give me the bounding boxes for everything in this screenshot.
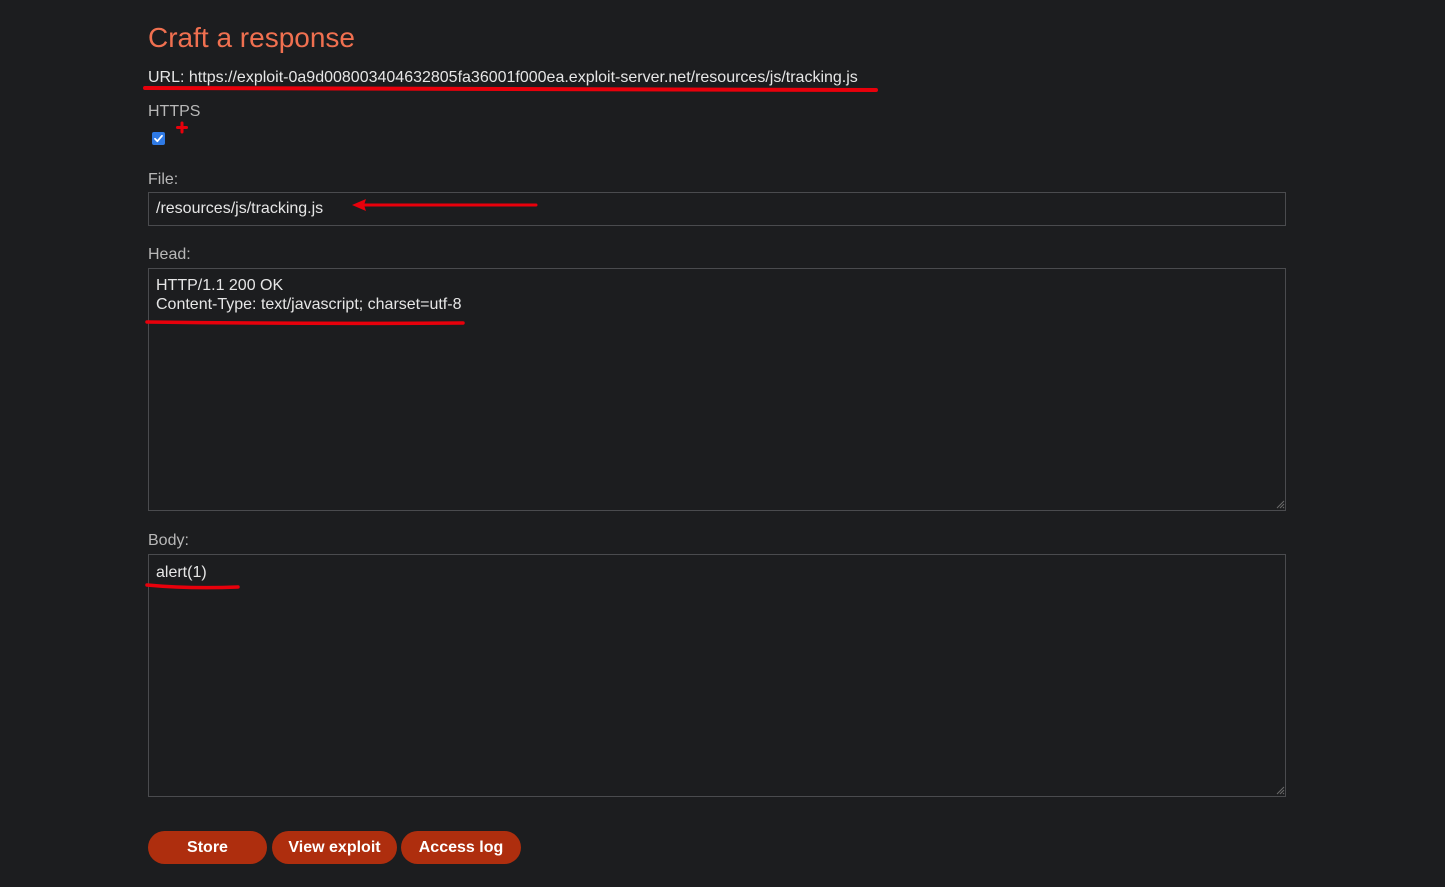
checkmark-icon [154, 134, 163, 143]
url-underline-annotation [143, 86, 878, 92]
view-exploit-button[interactable]: View exploit [272, 831, 397, 864]
access-log-button[interactable]: Access log [401, 831, 521, 864]
head-textarea[interactable]: HTTP/1.1 200 OK Content-Type: text/javas… [148, 268, 1286, 511]
store-button[interactable]: Store [148, 831, 267, 864]
head-label: Head: [148, 246, 191, 263]
url-line: URL: https://exploit-0a9d008003404632805… [148, 68, 858, 88]
plus-mark-annotation [176, 121, 188, 134]
head-resize-handle-icon[interactable] [1275, 499, 1285, 509]
body-textarea[interactable]: alert(1) [148, 554, 1286, 797]
body-resize-handle-icon[interactable] [1275, 785, 1285, 795]
exploit-server-page: Craft a response URL: https://exploit-0a… [0, 0, 1445, 887]
url-label: URL: [148, 69, 185, 86]
page-title: Craft a response [148, 22, 355, 53]
https-checkbox[interactable] [152, 132, 165, 145]
url-value: https://exploit-0a9d008003404632805fa360… [188, 69, 858, 86]
body-label: Body: [148, 532, 189, 549]
file-input[interactable]: /resources/js/tracking.js [148, 192, 1286, 226]
https-label: HTTPS [148, 103, 201, 120]
file-label: File: [148, 171, 179, 188]
